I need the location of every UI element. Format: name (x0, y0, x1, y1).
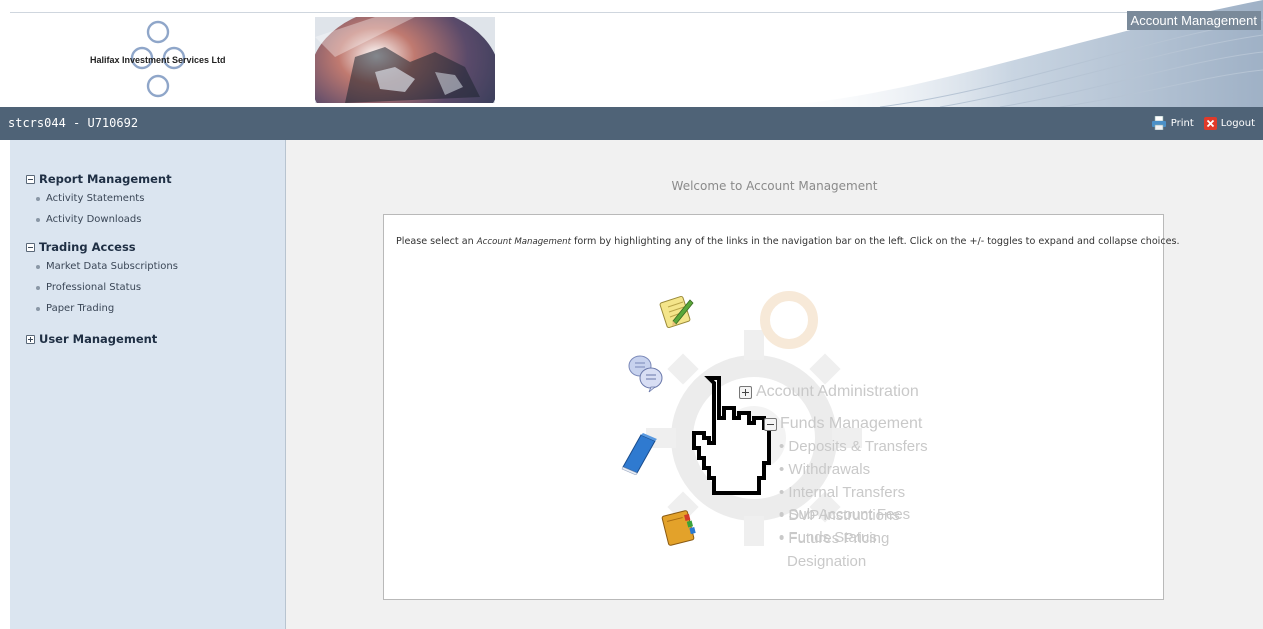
main-content: Welcome to Account Management Please sel… (286, 140, 1263, 629)
illus-item: • Deposits & Transfers (779, 438, 928, 455)
print-icon (1151, 116, 1166, 130)
navigation-sidebar: Report Management Activity Statements Ac… (10, 140, 286, 629)
illus-item: • Sub Account Fees (779, 506, 911, 523)
expand-toggle-icon[interactable] (26, 334, 35, 344)
sidebar-item-activity-downloads[interactable]: Activity Downloads (36, 214, 142, 225)
expand-toggle-icon (739, 386, 752, 399)
illus-item-continued: Designation (787, 553, 867, 570)
sidebar-section-report-management[interactable]: Report Management (26, 172, 172, 186)
sidebar-item-label: Market Data Subscriptions (46, 261, 178, 272)
collapse-toggle-icon[interactable] (26, 174, 35, 184)
sidebar-item-paper-trading[interactable]: Paper Trading (36, 303, 114, 314)
print-label: Print (1170, 117, 1194, 129)
intro-text-start: Please select an (396, 236, 477, 247)
app-title: Account Management (1126, 11, 1261, 30)
collapse-toggle-icon (764, 418, 777, 431)
logout-button[interactable]: Logout (1203, 116, 1255, 130)
notepad-icon (659, 295, 694, 329)
illus-item: • Funds Status (779, 529, 877, 546)
navigation-illustration-lower: • Sub Account Fees • Funds Status (609, 505, 969, 555)
company-logo: Halifax Investment Services Ltd (60, 18, 290, 102)
sidebar-item-label: Paper Trading (46, 303, 115, 314)
sidebar-section-label: User Management (39, 332, 158, 346)
logout-label: Logout (1220, 117, 1255, 129)
sidebar-section-label: Trading Access (39, 240, 136, 254)
gear-small-icon (760, 291, 818, 349)
user-account-id: stcrs044 - U710692 (8, 116, 139, 130)
sidebar-item-professional-status[interactable]: Professional Status (36, 282, 141, 293)
intro-text: Please select an Account Management form… (396, 236, 1180, 247)
logout-icon (1203, 116, 1217, 130)
user-bar: stcrs044 - U710692 Print Logout (0, 107, 1263, 140)
print-button[interactable]: Print (1151, 116, 1194, 130)
bullet-icon (36, 217, 40, 222)
sidebar-section-label: Report Management (39, 172, 172, 186)
logo-text: Halifax Investment Services Ltd (90, 55, 226, 65)
illus-funds-management: Funds Management (780, 415, 923, 432)
intro-text-end: form by highlighting any of the links in… (570, 236, 1180, 247)
page-title: Welcome to Account Management (671, 179, 878, 193)
sidebar-item-activity-statements[interactable]: Activity Statements (36, 193, 144, 204)
sidebar-item-label: Activity Downloads (46, 214, 142, 225)
intro-text-italic: Account Management (476, 237, 571, 247)
bullet-icon (36, 306, 40, 311)
welcome-panel: Please select an Account Management form… (383, 214, 1180, 600)
illus-item: • Withdrawals (779, 461, 871, 478)
bullet-icon (36, 264, 40, 269)
user-actions: Print Logout (1151, 116, 1255, 130)
sidebar-item-label: Professional Status (46, 282, 142, 293)
sidebar-section-user-management[interactable]: User Management (26, 332, 157, 346)
bullet-icon (36, 285, 40, 290)
sidebar-section-trading-access[interactable]: Trading Access (26, 240, 136, 254)
book-icon (621, 433, 657, 475)
header-banner: Halifax Investment Services Ltd Account … (0, 0, 1263, 107)
illus-item: • Internal Transfers (779, 484, 906, 501)
collapse-toggle-icon[interactable] (26, 242, 35, 252)
sidebar-item-market-data-subscriptions[interactable]: Market Data Subscriptions (36, 261, 178, 272)
globe-image (315, 17, 495, 103)
sidebar-item-label: Activity Statements (46, 193, 145, 204)
bullet-icon (36, 196, 40, 201)
speech-bubbles-icon (628, 355, 663, 393)
illus-account-administration: Account Administration (756, 383, 919, 400)
